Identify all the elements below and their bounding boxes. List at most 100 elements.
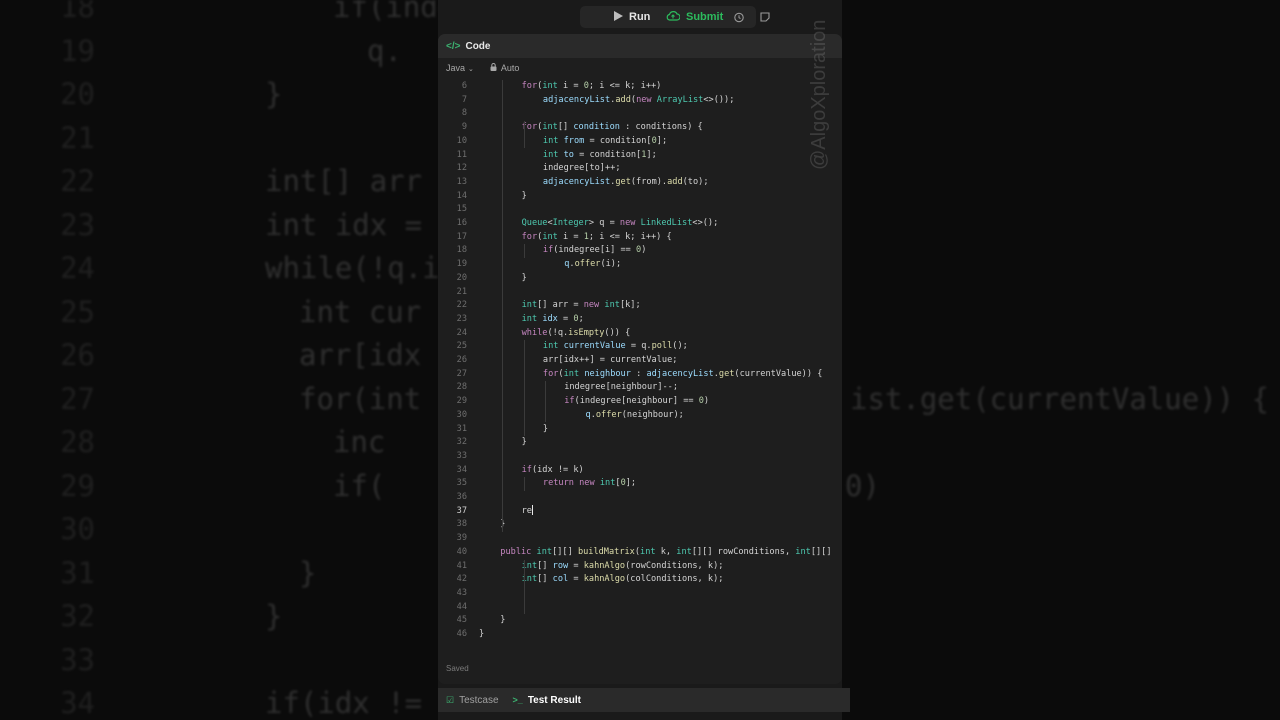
bottom-tabs: ☑ Testcase >_ Test Result (438, 688, 850, 712)
language-select[interactable]: Java ⌄ (446, 63, 474, 73)
line-number: 35 (456, 478, 467, 489)
code-line: 45} (438, 614, 842, 628)
tab-test-result[interactable]: >_ Test Result (513, 695, 581, 706)
tab-testcase[interactable]: ☑ Testcase (446, 695, 499, 706)
code-text: re (521, 505, 533, 516)
code-line: 42 int[] col = kahnAlgo(colConditions, k)… (438, 573, 842, 587)
indent-guide (523, 244, 525, 259)
code-text: int[] col = kahnAlgo(colConditions, k); (521, 574, 724, 585)
code-text: adjacencyList.add(new ArrayList<>()); (542, 94, 735, 105)
code-text: adjacencyList.get(from).add(to); (542, 176, 709, 187)
indent-guide (523, 559, 525, 615)
code-line: 40 public int[][] buildMatrix(int k, int[… (438, 546, 842, 560)
code-line: 14} (438, 190, 842, 204)
code-line: 11 int to = condition[1]; (438, 149, 842, 163)
alarm-icon[interactable] (730, 8, 748, 26)
code-line: 43 (438, 587, 842, 601)
code-line: 27 for(int neighbour : adjacencyList.get(… (438, 368, 842, 382)
code-text: if(indegree[neighbour] == 0) (564, 396, 710, 407)
watermark: @AlgoXploration (808, 19, 830, 170)
code-line: 23 int idx = 0; (438, 313, 842, 327)
code-text: for(int neighbour : adjacencyList.get(cu… (542, 368, 823, 379)
panel-title: Code (465, 40, 491, 52)
line-number: 22 (456, 300, 467, 311)
code-text: int idx = 0; (521, 313, 584, 324)
code-line: 10 int from = condition[0]; (438, 135, 842, 149)
editor-app: Run Submit </> Code Java ⌄ Auto 6 for(in… (438, 0, 850, 720)
code-line: 20} (438, 272, 842, 286)
line-number: 21 (456, 286, 467, 297)
code-text: if(indegree[i] == 0) (542, 245, 647, 256)
line-number: 7 (461, 94, 467, 105)
submit-button[interactable]: Submit (666, 7, 723, 27)
line-number: 31 (456, 423, 467, 434)
line-number: 28 (456, 382, 467, 393)
run-label: Run (629, 11, 651, 23)
terminal-prompt-icon: >_ (512, 695, 523, 705)
line-number: 25 (456, 341, 467, 352)
line-number: 32 (456, 437, 467, 448)
code-line: 13 adjacencyList.get(from).add(to); (438, 176, 842, 190)
code-text: } (521, 437, 527, 448)
code-text: q.offer(neighbour); (585, 409, 684, 420)
code-line: 31} (438, 423, 842, 437)
saved-status: Saved (446, 664, 469, 673)
auto-mode[interactable]: Auto (490, 63, 520, 73)
tab-label: Test Result (527, 694, 581, 706)
line-number: 8 (461, 108, 467, 119)
line-number: 20 (456, 272, 467, 283)
code-text: } (479, 629, 485, 639)
code-text: } (521, 272, 527, 283)
code-line: 15 (438, 203, 842, 217)
line-number: 44 (456, 601, 467, 612)
line-number: 42 (456, 574, 467, 585)
line-number: 27 (456, 368, 467, 379)
line-number: 12 (456, 163, 467, 174)
code-line: 32} (438, 436, 842, 450)
code-line: 30 q.offer(neighbour); (438, 409, 842, 423)
submit-label: Submit (686, 11, 724, 23)
code-text: for(int[] condition : conditions) { (521, 122, 703, 133)
line-number: 15 (456, 204, 467, 215)
code-text: indegree[neighbour]--; (564, 382, 679, 393)
line-number: 33 (456, 450, 467, 461)
code-text: int[] row = kahnAlgo(rowConditions, k); (521, 560, 724, 571)
code-text: if(idx != k) (521, 464, 584, 475)
indent-guide (502, 80, 504, 533)
code-line: 28 indegree[neighbour]--; (438, 381, 842, 395)
note-icon[interactable] (756, 8, 774, 26)
line-number: 9 (461, 122, 467, 133)
code-line: 22 int[] arr = new int[k]; (438, 299, 842, 313)
code-text: q.offer(i); (564, 259, 622, 270)
line-number: 38 (456, 519, 467, 530)
code-text: int from = condition[0]; (542, 135, 668, 146)
auto-mode-label: Auto (500, 63, 520, 73)
code-text: Queue<Integer> q = new LinkedList<>(); (521, 218, 719, 228)
code-line: 39 (438, 532, 842, 546)
code-line: 34 if(idx != k) (438, 464, 842, 478)
line-number: 39 (456, 533, 467, 544)
code-text: for(int i = 1; i <= k; i++) { (521, 231, 672, 242)
run-button[interactable]: Run (614, 7, 650, 27)
line-number: 45 (456, 615, 467, 626)
line-number: 46 (456, 629, 467, 639)
code-line: 44 (438, 601, 842, 615)
line-number: 26 (456, 355, 467, 365)
language-row: Java ⌄ Auto (438, 58, 842, 78)
code-text: int to = condition[1]; (542, 149, 657, 160)
top-toolbar: Run Submit (438, 0, 842, 34)
code-line: 33 (438, 450, 842, 464)
language-label: Java (446, 63, 466, 73)
line-number: 10 (456, 135, 467, 146)
code-line: 37 re (438, 505, 842, 519)
line-number: 29 (456, 396, 467, 407)
line-number: 13 (456, 176, 467, 187)
line-number: 6 (461, 81, 467, 91)
lock-icon (490, 63, 497, 73)
code-editor[interactable]: 6 for(int i = 0; i <= k; i++) 7 adjacencyLi… (438, 80, 842, 650)
line-number: 11 (456, 149, 467, 160)
line-number: 41 (456, 560, 467, 571)
code-text: return new int[0]; (542, 478, 637, 489)
code-line: 36 (438, 491, 842, 505)
code-line: 25 int currentValue = q.poll(); (438, 340, 842, 354)
